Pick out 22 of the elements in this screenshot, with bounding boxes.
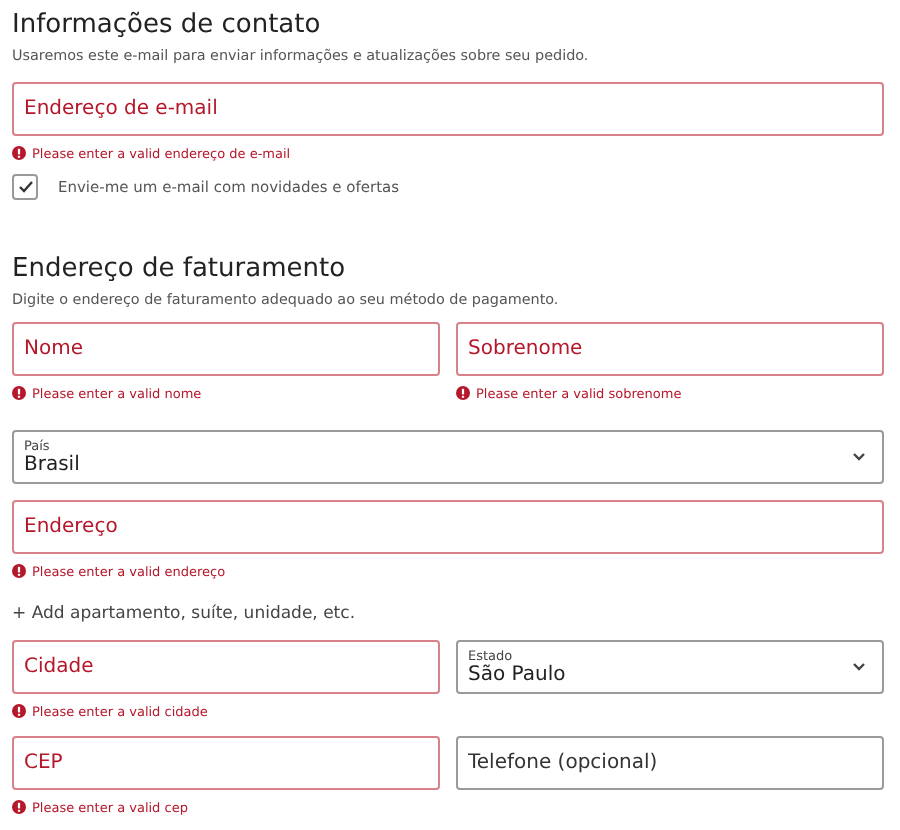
text-field[interactable]: Endereço de e-mail bbox=[12, 82, 884, 136]
text-field[interactable]: CEP bbox=[12, 736, 440, 790]
field-value: São Paulo bbox=[468, 663, 568, 687]
chevron-down-icon bbox=[852, 662, 866, 672]
newsletter-checkbox[interactable] bbox=[12, 174, 38, 200]
section-title: Endereço de faturamento bbox=[12, 252, 348, 288]
text-field[interactable]: Telefone (opcional) bbox=[456, 736, 884, 790]
error-icon bbox=[12, 146, 26, 160]
error-icon bbox=[12, 386, 26, 400]
add-address-line-link[interactable]: + Add apartamento, suíte, unidade, etc. bbox=[12, 604, 884, 624]
checkmark-icon bbox=[17, 180, 33, 194]
error-icon bbox=[12, 800, 26, 814]
field-value: Brasil bbox=[24, 453, 82, 477]
text-field[interactable]: Cidade bbox=[12, 640, 440, 694]
error-icon bbox=[12, 704, 26, 718]
error-icon bbox=[12, 564, 26, 578]
text-field[interactable]: Endereço bbox=[12, 500, 884, 554]
chevron-down-icon bbox=[852, 452, 866, 462]
text-field[interactable]: Nome bbox=[12, 322, 440, 376]
error-icon bbox=[456, 386, 470, 400]
text-field[interactable]: Sobrenome bbox=[456, 322, 884, 376]
section-title: Informações de contato bbox=[12, 8, 323, 44]
